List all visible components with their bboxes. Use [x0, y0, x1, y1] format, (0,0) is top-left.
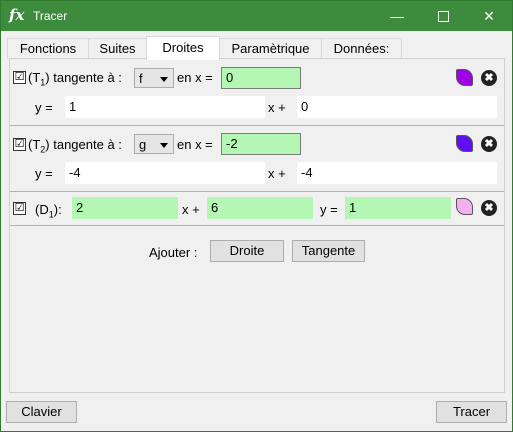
d1-label-suffix: ):: [53, 202, 62, 217]
minimize-button[interactable]: —: [374, 1, 420, 31]
t1-label: (T1) tangente à :: [28, 70, 122, 88]
d1-c-field[interactable]: 1: [345, 197, 451, 219]
t2-x-input[interactable]: -2: [221, 133, 301, 155]
t2-y-label: y =: [35, 166, 53, 181]
tab-donnees[interactable]: Données:: [321, 38, 402, 59]
separator: [10, 125, 504, 126]
add-droite-button[interactable]: Droite: [210, 240, 284, 262]
t2-intercept-field[interactable]: -4: [297, 162, 497, 184]
t1-function-select[interactable]: f: [134, 68, 174, 88]
t1-x-input[interactable]: 0: [221, 67, 301, 89]
t1-xplus-label: x +: [268, 100, 286, 115]
t1-color-swatch[interactable]: [456, 69, 473, 86]
t2-checkbox[interactable]: ☑: [13, 138, 26, 151]
clavier-button[interactable]: Clavier: [6, 401, 77, 423]
t1-en-x-label: en x =: [177, 70, 213, 85]
tab-suites[interactable]: Suites: [88, 38, 147, 59]
dropdown-arrow-icon: [160, 77, 168, 82]
d1-checkbox[interactable]: ☑: [13, 202, 26, 215]
tab-droites[interactable]: Droites: [146, 36, 220, 60]
t2-function-value: g: [139, 137, 147, 152]
t1-label-suffix: ) tangente à :: [45, 70, 122, 85]
t2-en-x-label: en x =: [177, 137, 213, 152]
d1-delete-icon[interactable]: ✖: [481, 200, 497, 216]
tracer-button[interactable]: Tracer: [436, 401, 507, 423]
t2-label-suffix: ) tangente à :: [45, 137, 122, 152]
d1-y-label: y =: [320, 202, 338, 217]
t1-intercept-field[interactable]: 0: [297, 96, 497, 118]
d1-xplus-label: x +: [182, 202, 200, 217]
t2-xplus-label: x +: [268, 166, 286, 181]
t1-function-value: f: [139, 71, 143, 86]
tab-fonctions[interactable]: Fonctions: [7, 38, 89, 59]
t2-label-prefix: (T: [28, 137, 41, 152]
add-tangente-button[interactable]: Tangente: [292, 240, 365, 262]
tab-parametrique[interactable]: Paramètrique: [219, 38, 322, 59]
t2-delete-icon[interactable]: ✖: [481, 136, 497, 152]
fx-app-icon: fx: [9, 6, 25, 24]
t1-y-label: y =: [35, 100, 53, 115]
maximize-icon: [437, 10, 449, 22]
d1-label-prefix: (D: [35, 202, 49, 217]
t1-checkbox[interactable]: ☑: [13, 71, 26, 84]
d1-b-field[interactable]: 6: [207, 197, 313, 219]
d1-label: (D1):: [35, 202, 62, 220]
t1-slope-field[interactable]: 1: [65, 96, 265, 118]
t2-slope-field[interactable]: -4: [65, 162, 265, 184]
t1-delete-icon[interactable]: ✖: [481, 70, 497, 86]
t2-label: (T2) tangente à :: [28, 137, 122, 155]
maximize-button[interactable]: [420, 1, 466, 31]
close-window-button[interactable]: ✕: [466, 1, 512, 31]
t2-function-select[interactable]: g: [134, 134, 174, 154]
ajouter-label: Ajouter :: [149, 245, 198, 260]
window-title: Tracer: [33, 9, 68, 23]
dropdown-arrow-icon: [160, 143, 168, 148]
droites-panel: ☑ (T1) tangente à : f en x = 0 ✖ y = 1 x…: [9, 58, 505, 393]
d1-a-field[interactable]: 2: [72, 197, 178, 219]
separator: [10, 225, 504, 226]
t1-label-prefix: (T: [28, 70, 41, 85]
d1-color-swatch[interactable]: [456, 198, 473, 215]
app-window: fx Tracer — ✕ Fonctions Suites Droites P…: [0, 0, 513, 432]
title-bar: fx Tracer — ✕: [1, 1, 512, 31]
separator: [10, 191, 504, 192]
t2-color-swatch[interactable]: [456, 135, 473, 152]
